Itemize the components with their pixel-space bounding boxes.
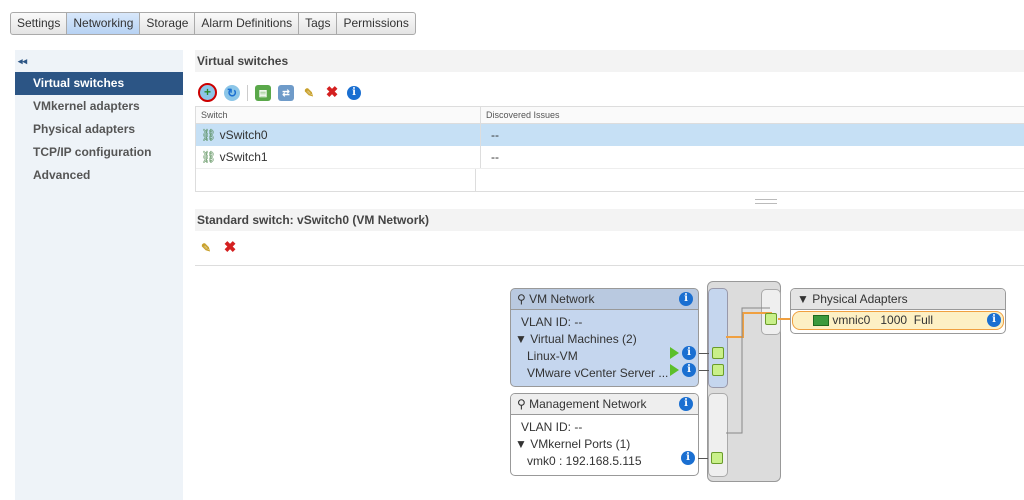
info-icon[interactable]: i (679, 397, 693, 411)
sidebar-item-vmkernel-adapters[interactable]: VMkernel adapters (15, 95, 183, 118)
nic-name: vmnic0 (832, 313, 871, 327)
sidebar-item-virtual-switches[interactable]: Virtual switches (15, 72, 183, 95)
divider (195, 265, 1024, 266)
nic-duplex: Full (913, 313, 934, 327)
tab-permissions[interactable]: Permissions (337, 13, 414, 34)
vmnic-row[interactable]: vmnic0 1000 Full i (792, 311, 1004, 330)
vm-port (712, 364, 724, 376)
tab-networking[interactable]: Networking (67, 13, 141, 34)
splitter-handle[interactable] (755, 199, 777, 204)
powered-on-icon (670, 347, 679, 359)
nic-speed: 1000 (880, 313, 908, 327)
detail-toolbar: ✎ ✖ (198, 240, 238, 256)
table-row[interactable]: ⛓ vSwitch0 -- (196, 124, 1024, 146)
sidebar-item-tcpip-configuration[interactable]: TCP/IP configuration (15, 141, 183, 164)
sidebar-item-physical-adapters[interactable]: Physical adapters (15, 118, 183, 141)
column-header-switch[interactable]: Switch (196, 107, 481, 123)
tab-tags[interactable]: Tags (299, 13, 338, 34)
tab-bar: Settings Networking Storage Alarm Defini… (10, 12, 416, 35)
column-header-issues[interactable]: Discovered Issues (481, 107, 560, 123)
switch-name: vSwitch0 (219, 128, 268, 142)
add-networking-icon[interactable]: + (198, 83, 217, 102)
collapse-icon[interactable]: ◂◂ (15, 50, 183, 72)
tab-storage[interactable]: Storage (140, 13, 196, 34)
powered-on-icon (670, 364, 679, 376)
portgroup-title: VM Network (529, 292, 595, 306)
vlan-id: VLAN ID: -- (521, 315, 583, 329)
nic-icon (813, 315, 829, 327)
switch-toolbar: + ↻ ▤ ⇄ ✎ ✖ i (198, 83, 361, 102)
vm-item-actions: i (670, 363, 724, 377)
toolbar-divider (247, 84, 248, 101)
portgroup-title: Management Network (529, 397, 647, 411)
vm-port (712, 347, 724, 359)
vmkernel-port-item[interactable]: vmk0 : 192.168.5.115 (511, 453, 698, 470)
info-icon[interactable]: i (682, 346, 696, 360)
management-network-portgroup[interactable]: ⚲ Management Network i VLAN ID: -- ▼ VMke… (510, 393, 699, 476)
table-row[interactable]: ⛓ vSwitch1 -- (196, 146, 1024, 169)
info-icon[interactable]: i (682, 363, 696, 377)
delete-icon[interactable]: ✖ (324, 84, 340, 101)
switch-icon: ⛓ (201, 150, 217, 164)
physical-adapters-group: ▼ Physical Adapters vmnic0 1000 Full i (790, 288, 1006, 334)
vm-item-actions: i (670, 346, 724, 360)
switch-icon: ⛓ (201, 128, 217, 142)
info-icon[interactable]: i (681, 451, 695, 465)
info-icon[interactable]: i (679, 292, 693, 306)
delete-icon[interactable]: ✖ (222, 240, 238, 256)
info-icon[interactable]: i (987, 313, 1001, 327)
tab-settings[interactable]: Settings (11, 13, 68, 34)
vlan-id: VLAN ID: -- (521, 420, 583, 434)
uplink-port (765, 313, 777, 325)
refresh-icon[interactable]: ↻ (224, 84, 240, 101)
switch-name: vSwitch1 (219, 150, 268, 164)
migrate-icon[interactable]: ⇄ (278, 84, 294, 101)
edit-icon[interactable]: ✎ (198, 240, 214, 256)
tab-alarm-definitions[interactable]: Alarm Definitions (195, 13, 300, 34)
sidebar-item-advanced[interactable]: Advanced (15, 164, 183, 187)
vmkernel-group-toggle[interactable]: ▼ VMkernel Ports (1) (511, 436, 698, 453)
portgroup-icon: ⚲ (517, 292, 526, 306)
section-title: Virtual switches (195, 50, 1024, 72)
info-icon[interactable]: i (347, 85, 361, 100)
manage-adapters-icon[interactable]: ▤ (255, 84, 271, 101)
issues-value: -- (491, 150, 499, 164)
issues-value: -- (491, 128, 499, 142)
portgroup-icon: ⚲ (517, 397, 526, 411)
physical-adapters-title[interactable]: ▼ Physical Adapters (791, 289, 1005, 310)
vmk-item-actions: i (681, 451, 723, 465)
switch-table: Switch Discovered Issues ⛓ vSwitch0 -- ⛓… (195, 106, 1024, 192)
sidebar: ◂◂ Virtual switches VMkernel adapters Ph… (15, 50, 183, 500)
edit-icon[interactable]: ✎ (301, 85, 317, 101)
vmk-port (711, 452, 723, 464)
detail-title: Standard switch: vSwitch0 (VM Network) (195, 209, 1024, 231)
